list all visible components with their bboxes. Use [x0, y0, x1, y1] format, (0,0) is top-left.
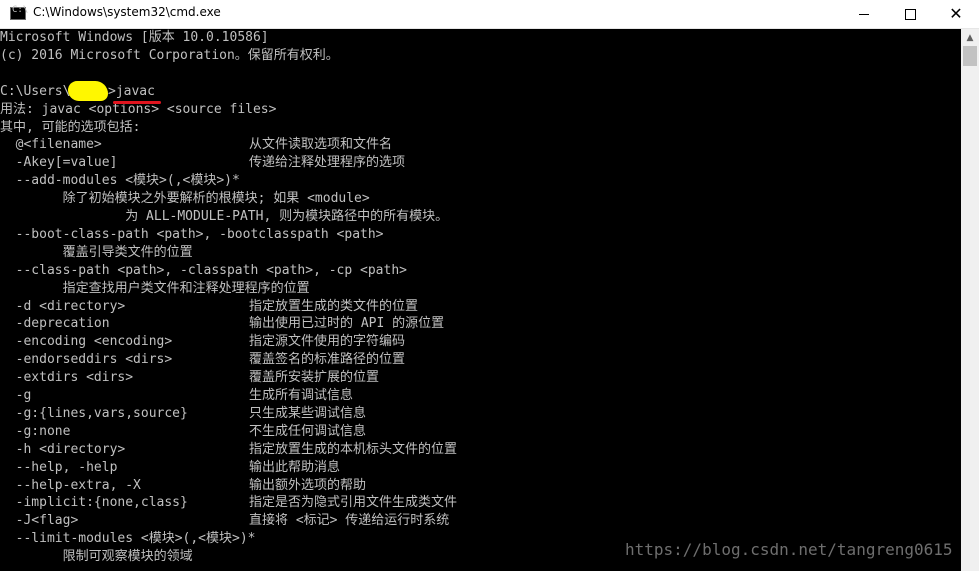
console-line: --class-path <path>, -classpath <path>, … [0, 262, 961, 280]
console-text: --help-extra, -X [0, 477, 141, 493]
console-text: C:\Users\ [0, 83, 71, 99]
console-description: 覆盖签名的标准路径的位置 [249, 352, 406, 368]
console-line: 其中, 可能的选项包括: [0, 119, 961, 137]
console-text: 限制可观察模块的领域 [0, 549, 193, 565]
close-button[interactable]: ✕ [933, 0, 979, 28]
console-line: --help-extra, -X 输出额外选项的帮助 [0, 477, 961, 495]
console-line: @<filename> 从文件读取选项和文件名 [0, 136, 961, 154]
console-text: --add-modules <模块>(,<模块>)* [0, 173, 240, 189]
console-description: 从文件读取选项和文件名 [249, 137, 393, 153]
window-title: C:\Windows\system32\cmd.exe [33, 5, 221, 19]
console-text: 指定查找用户类文件和注释处理程序的位置 [0, 280, 310, 296]
watermark-text: https://blog.csdn.net/tangreng0615 [625, 540, 953, 559]
console-description: 直接将 <标记> 传递给运行时系统 [249, 513, 450, 529]
console-text: 为 ALL-MODULE-PATH, 则为模块路径中的所有模块。 [0, 209, 449, 224]
console-line: --boot-class-path <path>, -bootclasspath… [0, 226, 961, 244]
console-text: --limit-modules <模块>(,<模块>)* [0, 531, 256, 547]
console-text: 其中, 可能的选项包括: [0, 119, 141, 135]
console-line: -g:{lines,vars,source} 只生成某些调试信息 [0, 405, 961, 423]
console-line: -h <directory> 指定放置生成的本机标头文件的位置 [0, 441, 961, 459]
console-text: --help, -help [0, 459, 118, 475]
close-icon: ✕ [949, 4, 963, 23]
console-text: -endorseddirs <dirs> [0, 352, 173, 368]
console-text: -g:{lines,vars,source} [0, 405, 188, 421]
console-text: (c) 2016 Microsoft Corporation。保留所有权利。 [0, 47, 339, 63]
console-text: Microsoft Windows [版本 10.0.10586] [0, 30, 269, 45]
console-line: --add-modules <模块>(,<模块>)* [0, 172, 961, 190]
console-text: -deprecation [0, 316, 110, 332]
console-text: -d <directory> [0, 298, 126, 314]
console-description: >javac [108, 83, 155, 99]
console-line: 覆盖引导类文件的位置 [0, 244, 961, 262]
console-line: -J<flag> 直接将 <标记> 传递给运行时系统 [0, 512, 961, 530]
console-text: -g:none [0, 423, 71, 439]
console-line: -g 生成所有调试信息 [0, 387, 961, 405]
scroll-up-icon[interactable]: ▲ [961, 29, 979, 46]
console-description: 不生成任何调试信息 [249, 423, 367, 439]
console-text: -h <directory> [0, 441, 126, 457]
username-redaction [68, 81, 108, 101]
console-line: Microsoft Windows [版本 10.0.10586] [0, 29, 961, 47]
console-description: 输出使用已过时的 API 的源位置 [249, 316, 445, 332]
cmd-icon-glyph: C:\ [12, 5, 29, 15]
console-line: --help, -help 输出此帮助消息 [0, 459, 961, 477]
console-description: 传递给注释处理程序的选项 [249, 155, 406, 171]
minimize-button[interactable] [841, 0, 887, 28]
console-description: 指定是否为隐式引用文件生成类文件 [249, 495, 458, 511]
console-line: -d <directory> 指定放置生成的类文件的位置 [0, 298, 961, 316]
console-line: 除了初始模块之外要解析的根模块; 如果 <module> [0, 190, 961, 208]
console-line: 指定查找用户类文件和注释处理程序的位置 [0, 280, 961, 298]
console-text: -g [0, 388, 32, 403]
console-line: -endorseddirs <dirs> 覆盖签名的标准路径的位置 [0, 351, 961, 369]
console-description: 覆盖所安装扩展的位置 [249, 370, 380, 386]
console-text: 覆盖引导类文件的位置 [0, 244, 193, 260]
maximize-button[interactable] [887, 0, 933, 28]
console-text: -implicit:{none,class} [0, 495, 188, 511]
console-text: -Akey[=value] [0, 155, 118, 171]
maximize-icon [904, 8, 916, 20]
minimize-icon [859, 13, 869, 15]
title-bar[interactable]: C:\ C:\Windows\system32\cmd.exe ✕ [0, 0, 979, 29]
console-description: 指定放置生成的类文件的位置 [249, 298, 419, 314]
console-text: -extdirs <dirs> [0, 370, 134, 386]
console-text: -encoding <encoding> [0, 334, 173, 350]
console-line: -g:none 不生成任何调试信息 [0, 423, 961, 441]
console-text: @<filename> [0, 137, 102, 153]
console-description: 指定源文件使用的字符编码 [249, 334, 406, 350]
console-text: --boot-class-path <path>, -bootclasspath… [0, 226, 384, 242]
console-line: -deprecation 输出使用已过时的 API 的源位置 [0, 315, 961, 333]
scroll-thumb[interactable] [963, 46, 977, 66]
console-description: 输出额外选项的帮助 [249, 477, 367, 493]
console-text: -J<flag> [0, 513, 79, 529]
console-line: -extdirs <dirs> 覆盖所安装扩展的位置 [0, 369, 961, 387]
console-line: -implicit:{none,class} 指定是否为隐式引用文件生成类文件 [0, 494, 961, 512]
javac-underline-annotation [113, 101, 161, 104]
vertical-scrollbar[interactable]: ▲ [961, 29, 979, 571]
console-description: 生成所有调试信息 [249, 388, 354, 403]
console-text: --class-path <path>, -classpath <path>, … [0, 262, 407, 278]
console-line: C:\Users\ >javac [0, 83, 961, 101]
console-description: 输出此帮助消息 [249, 459, 341, 475]
console-output[interactable]: Microsoft Windows [版本 10.0.10586] (c) 201… [0, 29, 961, 571]
console-line: -Akey[=value] 传递给注释处理程序的选项 [0, 154, 961, 172]
console-line: 为 ALL-MODULE-PATH, 则为模块路径中的所有模块。 [0, 208, 961, 226]
cmd-window: C:\ C:\Windows\system32\cmd.exe ✕ Micros… [0, 0, 979, 571]
console-description: 指定放置生成的本机标头文件的位置 [249, 441, 458, 457]
console-description: 只生成某些调试信息 [249, 405, 367, 421]
console-text: 除了初始模块之外要解析的根模块; 如果 <module> [0, 191, 370, 207]
cmd-icon[interactable]: C:\ [10, 5, 29, 20]
console-line: (c) 2016 Microsoft Corporation。保留所有权利。 [0, 47, 961, 65]
console-line: -encoding <encoding> 指定源文件使用的字符编码 [0, 333, 961, 351]
